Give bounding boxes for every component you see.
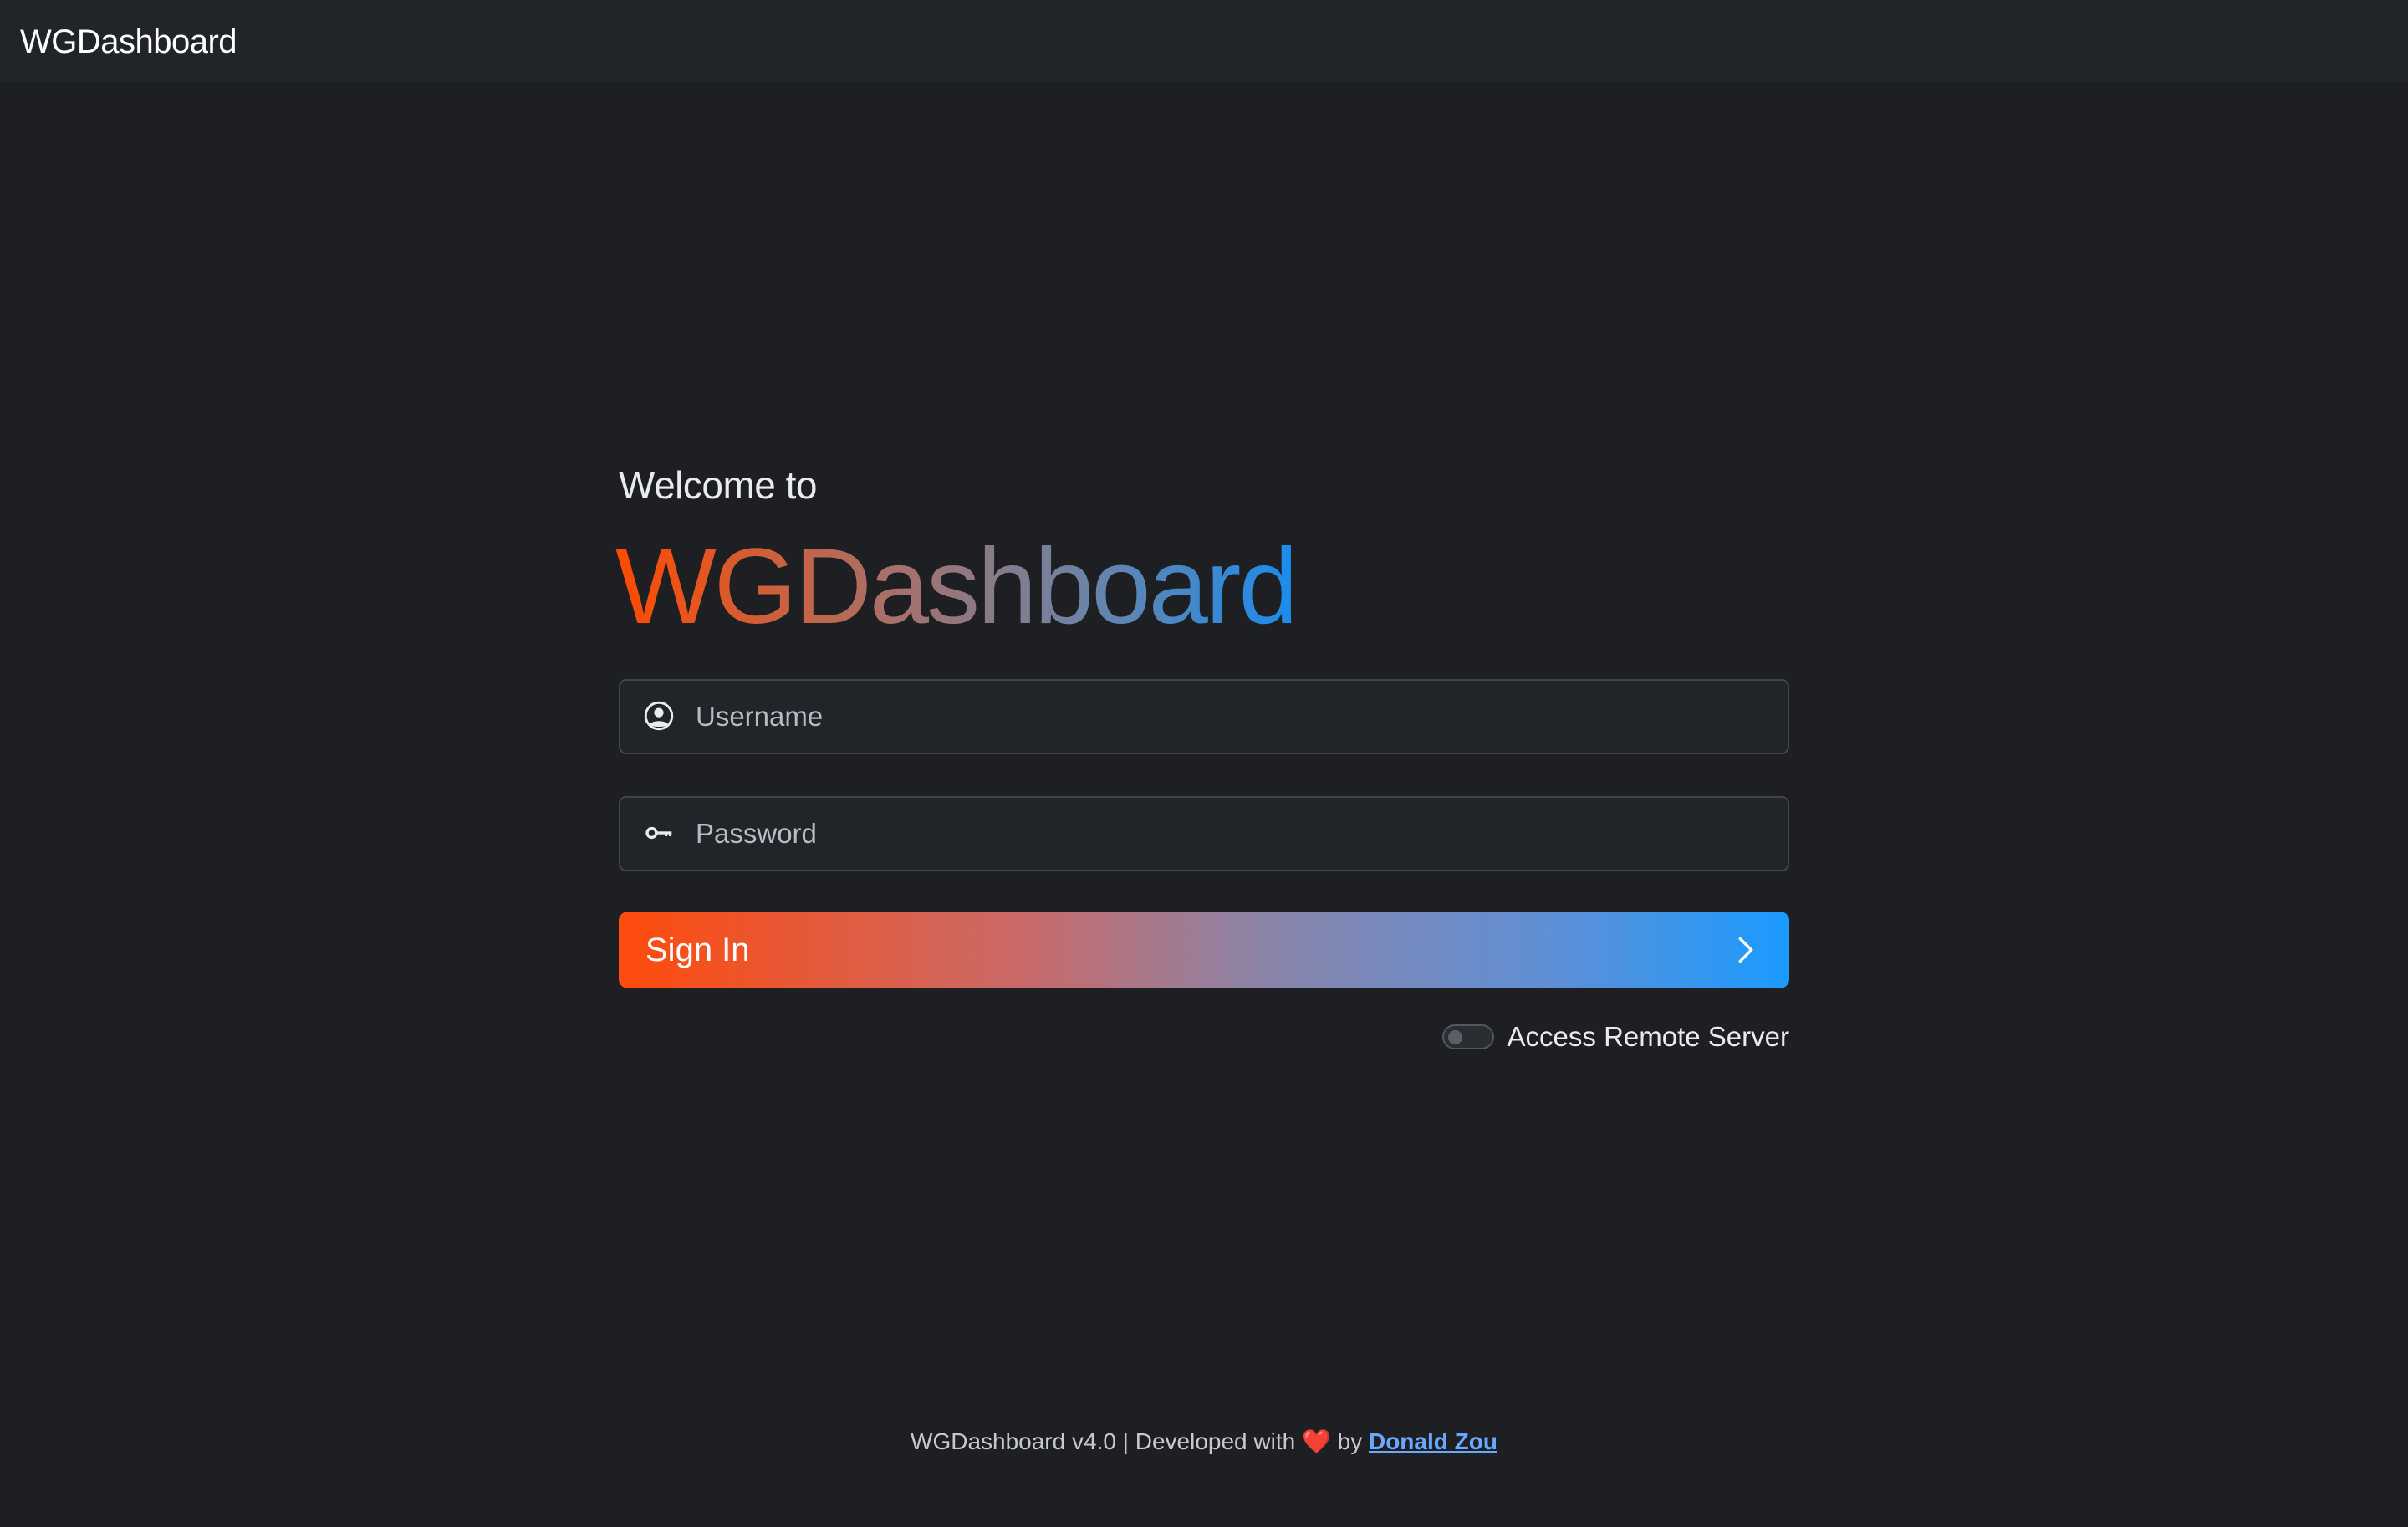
remote-server-row: Access Remote Server <box>1441 1019 1789 1055</box>
username-input[interactable] <box>696 681 1766 753</box>
password-field[interactable] <box>619 796 1789 871</box>
welcome-text: Welcome to <box>619 463 818 507</box>
remote-server-label[interactable]: Access Remote Server <box>1508 1019 1789 1055</box>
password-input[interactable] <box>696 798 1766 870</box>
remote-server-toggle[interactable] <box>1441 1024 1494 1049</box>
key-icon <box>645 826 672 840</box>
sign-in-button[interactable]: Sign In <box>619 912 1789 988</box>
footer-text: WGDashboard v4.0 | Developed with <box>911 1428 1296 1454</box>
toggle-knob <box>1447 1030 1462 1044</box>
app-title: WGDashboard <box>615 525 1298 649</box>
sign-in-label: Sign In <box>645 932 750 968</box>
footer-by: by <box>1337 1428 1363 1454</box>
person-circle-icon <box>644 701 674 731</box>
chevron-right-icon <box>1738 937 1753 963</box>
author-link[interactable]: Donald Zou <box>1369 1428 1497 1454</box>
footer: WGDashboard v4.0 | Developed with ❤️ by … <box>0 1423 2408 1460</box>
top-navbar: WGDashboard <box>0 0 2408 83</box>
navbar-brand[interactable]: WGDashboard <box>20 22 237 62</box>
username-field[interactable] <box>619 679 1789 754</box>
heart-icon: ❤️ <box>1301 1428 1331 1454</box>
